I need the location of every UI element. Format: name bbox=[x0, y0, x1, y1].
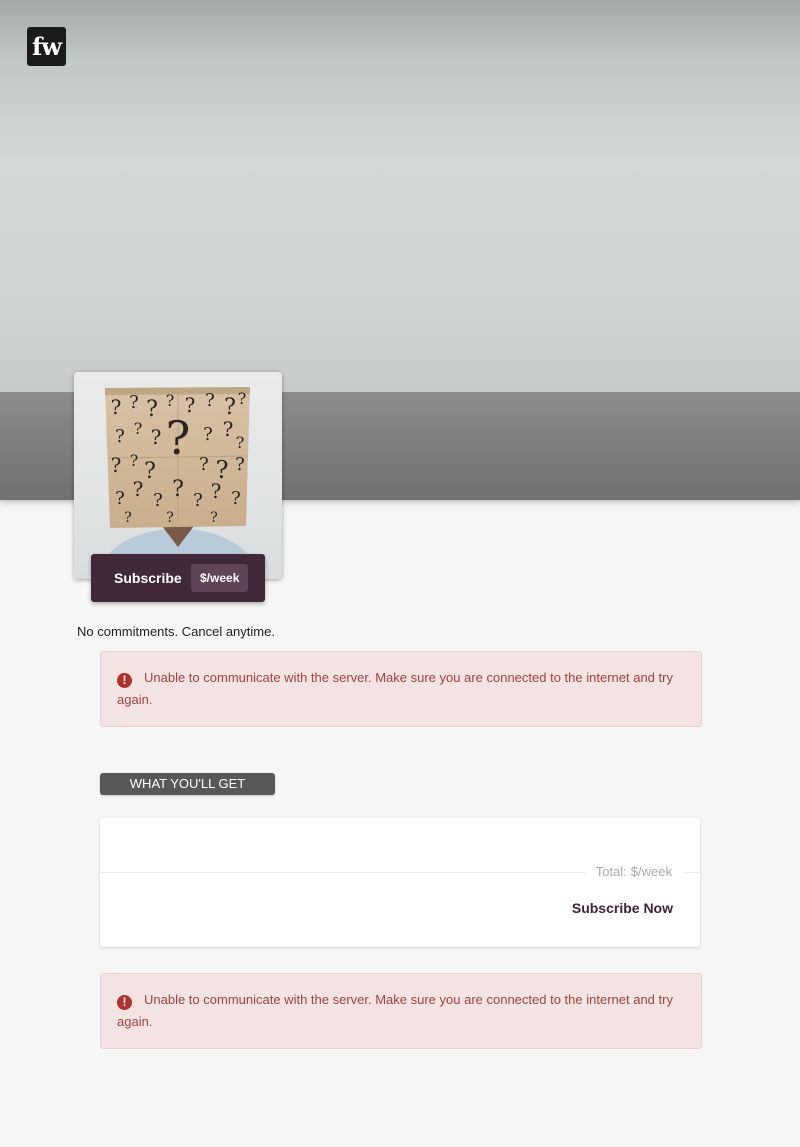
svg-text:?: ? bbox=[146, 397, 158, 422]
total-amount: $/week bbox=[630, 864, 672, 879]
svg-text:?: ? bbox=[205, 390, 215, 411]
svg-text:?: ? bbox=[235, 454, 245, 475]
svg-text:?: ? bbox=[111, 453, 122, 477]
price-badge: $/week bbox=[191, 564, 249, 592]
svg-text:?: ? bbox=[166, 510, 174, 526]
svg-text:?: ? bbox=[172, 477, 184, 502]
svg-text:?: ? bbox=[115, 426, 125, 447]
profile-avatar: ? ? ? ? ? ? ? ? ? ? ? ? ? ? ? ? ? ? ? ? … bbox=[74, 372, 282, 579]
order-total: Total: $/week bbox=[585, 862, 682, 882]
svg-text:?: ? bbox=[133, 477, 144, 501]
what-youll-get-heading: WHAT YOU'LL GET bbox=[100, 773, 275, 795]
svg-text:?: ? bbox=[231, 488, 241, 509]
svg-text:?: ? bbox=[166, 411, 191, 465]
subscribe-button-label: Subscribe bbox=[114, 570, 182, 586]
subscribe-now-button[interactable]: Subscribe Now bbox=[572, 900, 673, 916]
site-logo[interactable]: fw bbox=[27, 27, 66, 66]
svg-text:?: ? bbox=[144, 459, 156, 484]
svg-text:?: ? bbox=[129, 392, 139, 413]
svg-text:?: ? bbox=[134, 419, 143, 438]
error-alert-text: Unable to communicate with the server. M… bbox=[117, 992, 673, 1029]
svg-text:?: ? bbox=[238, 389, 247, 408]
order-summary-card: Total: $/week Subscribe Now bbox=[100, 818, 700, 947]
svg-text:?: ? bbox=[210, 510, 218, 526]
exclamation-circle-icon: ! bbox=[117, 673, 132, 688]
no-commitment-note: No commitments. Cancel anytime. bbox=[77, 624, 275, 639]
total-label: Total: bbox=[595, 864, 627, 879]
svg-text:?: ? bbox=[166, 391, 175, 410]
svg-text:?: ? bbox=[153, 490, 163, 511]
svg-text:?: ? bbox=[199, 454, 209, 475]
svg-text:?: ? bbox=[223, 417, 234, 441]
error-alert: ! Unable to communicate with the server. … bbox=[100, 973, 702, 1049]
svg-text:?: ? bbox=[151, 425, 162, 449]
error-alert: ! Unable to communicate with the server. … bbox=[100, 651, 702, 727]
svg-text:?: ? bbox=[115, 488, 125, 509]
svg-text:?: ? bbox=[236, 433, 245, 452]
svg-text:?: ? bbox=[211, 479, 222, 503]
svg-text:?: ? bbox=[111, 395, 122, 419]
svg-text:?: ? bbox=[130, 451, 139, 470]
svg-text:?: ? bbox=[203, 424, 213, 445]
avatar-photo: ? ? ? ? ? ? ? ? ? ? ? ? ? ? ? ? ? ? ? ? … bbox=[94, 387, 264, 579]
svg-text:?: ? bbox=[124, 510, 132, 526]
exclamation-circle-icon: ! bbox=[117, 995, 132, 1010]
svg-text:?: ? bbox=[193, 490, 203, 511]
subscribe-button[interactable]: Subscribe $/week bbox=[91, 554, 265, 602]
error-alert-text: Unable to communicate with the server. M… bbox=[117, 670, 673, 707]
